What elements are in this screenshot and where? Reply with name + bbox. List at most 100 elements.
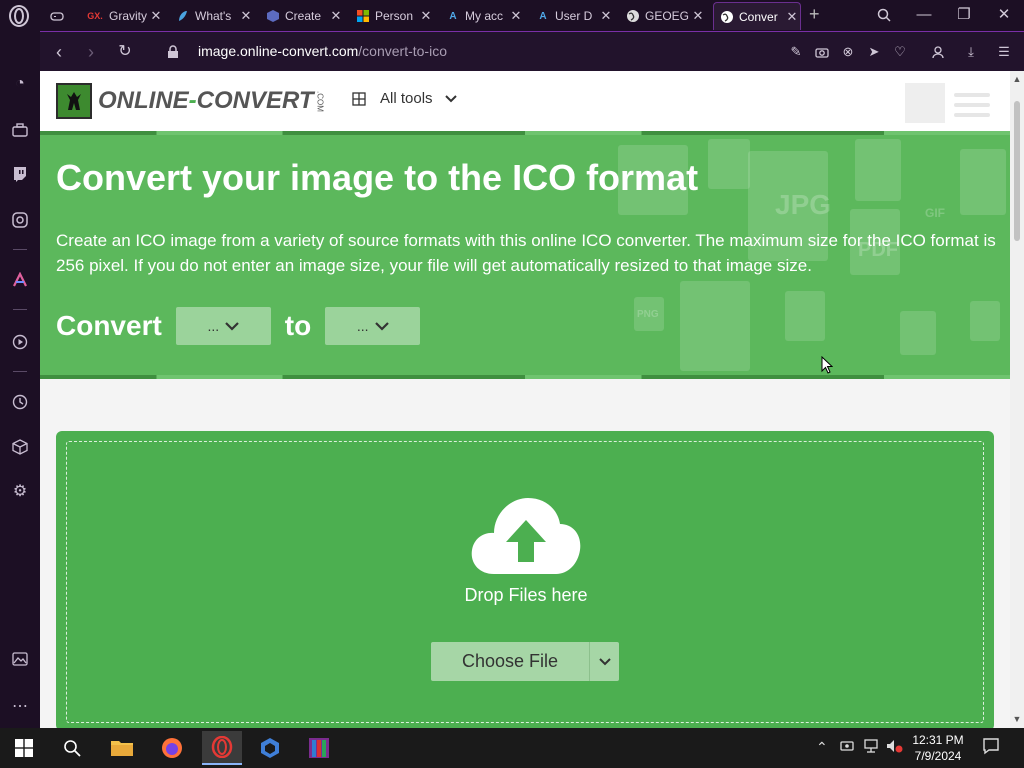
bg-font-file-icon [970, 301, 1000, 341]
tab-create[interactable]: Create ✕ [260, 2, 344, 30]
volume-muted-icon[interactable] [886, 739, 904, 756]
tab-person[interactable]: Person ✕ [350, 2, 434, 30]
clock-date: 7/9/2024 [914, 749, 962, 763]
opera-gx-taskbar-icon[interactable] [202, 731, 242, 765]
twitch-icon[interactable] [9, 163, 31, 185]
winrar-icon[interactable] [305, 734, 333, 762]
sidebar-divider [13, 371, 27, 372]
close-icon[interactable]: ✕ [508, 8, 524, 24]
clock-time: 12:31 PM [912, 733, 964, 747]
send-icon[interactable]: ➤ [865, 43, 883, 61]
gallery-icon[interactable] [9, 648, 31, 670]
close-window-button[interactable]: ✕ [984, 3, 1024, 27]
scroll-thumb[interactable] [1014, 101, 1020, 241]
tab-my-account[interactable]: A My acc ✕ [440, 2, 524, 30]
system-clock[interactable]: 12:31 PM 7/9/2024 [912, 732, 964, 764]
forward-button[interactable]: › [80, 41, 102, 63]
firefox-icon[interactable] [158, 734, 186, 762]
tab-geoeg[interactable]: GEOEG ✕ [620, 2, 706, 30]
logo-word-convert: CONVERT [196, 87, 314, 114]
close-icon[interactable]: ✕ [784, 9, 800, 25]
file-explorer-icon[interactable] [108, 734, 136, 762]
url-field[interactable]: image.online-convert.com/convert-to-ico [198, 43, 447, 59]
site-logo[interactable]: ONLINE-CONVERT .COM [56, 83, 325, 119]
aria-icon[interactable] [9, 269, 31, 291]
close-icon[interactable]: ✕ [328, 8, 344, 24]
bg-png-label: PNG [637, 309, 659, 320]
cloud-upload-icon [471, 498, 581, 574]
easy-setup-icon[interactable]: ☰ [995, 43, 1013, 61]
web-page: ONLINE-CONVERT .COM All tools JPG PDF PN… [40, 71, 1010, 728]
target-format-value: ... [356, 318, 369, 334]
appwrite-icon: A [449, 10, 457, 22]
instagram-icon[interactable] [9, 209, 31, 231]
hexagon-icon [266, 9, 280, 23]
briefcase-icon[interactable] [9, 119, 31, 141]
all-tools-menu[interactable]: All tools [352, 90, 457, 107]
download-icon[interactable]: ⤓ [962, 43, 980, 61]
bg-chart-file-icon [680, 281, 750, 371]
mouse-cursor-icon [821, 356, 833, 374]
app-hexagon-icon[interactable] [256, 734, 284, 762]
to-label: to [284, 310, 312, 341]
settings-gear-icon[interactable]: ⚙ [9, 481, 31, 503]
tab-gravity[interactable]: GX. Gravity ✕ [80, 2, 164, 30]
bg-file-icon [785, 291, 825, 341]
target-format-dropdown[interactable]: ... [325, 307, 421, 345]
tab-label: Conver [739, 9, 778, 24]
scroll-down-icon[interactable]: ▼ [1012, 714, 1022, 724]
tab-whats[interactable]: What's ✕ [170, 2, 254, 30]
source-format-dropdown[interactable]: ... [175, 307, 271, 345]
page-scrollbar[interactable]: ▲ ▼ [1010, 71, 1024, 728]
chevron-down-icon [598, 657, 611, 665]
close-icon[interactable]: ✕ [148, 8, 164, 24]
site-header: ONLINE-CONVERT .COM All tools [40, 71, 1010, 131]
close-icon[interactable]: ✕ [418, 8, 434, 24]
windows-start-icon[interactable] [10, 734, 38, 762]
restore-button[interactable]: ❐ [944, 3, 984, 27]
extensions-cube-icon[interactable] [9, 436, 31, 458]
hamburger-menu-icon[interactable] [954, 93, 990, 123]
tab-user-d[interactable]: A User D ✕ [530, 2, 614, 30]
close-icon[interactable]: ✕ [598, 8, 614, 24]
minimize-button[interactable]: — [904, 3, 944, 27]
tab-converter-active[interactable]: Conver ✕ [713, 2, 801, 30]
new-tab-button[interactable]: + [809, 4, 820, 25]
sidebar-divider [13, 309, 27, 310]
speed-dial-icon[interactable]: ◔ [9, 73, 31, 95]
sidebar-divider [13, 249, 27, 250]
more-dots-icon[interactable]: ⋯ [9, 696, 31, 718]
hero-banner: JPG PDF PNG GIF Convert your image to th… [40, 131, 1010, 379]
player-icon[interactable] [9, 331, 31, 353]
edit-icon[interactable]: ✎ [787, 43, 805, 61]
tab-search-icon[interactable] [864, 3, 904, 27]
windows-taskbar: ⌃ 12:31 PM 7/9/2024 [0, 728, 1024, 768]
url-domain: image.online-convert.com [198, 43, 359, 59]
chevron-down-icon [444, 94, 457, 102]
notifications-icon[interactable] [982, 737, 1000, 758]
upload-panel: Drop Files here Choose File [56, 431, 994, 728]
grid-icon [352, 91, 366, 106]
appwrite-icon: A [539, 10, 547, 22]
profile-icon[interactable] [929, 43, 947, 61]
file-dropzone[interactable]: Drop Files here Choose File [66, 441, 984, 723]
network-icon[interactable] [863, 739, 879, 756]
reload-button[interactable]: ↻ [114, 41, 136, 63]
choose-source-dropdown[interactable] [589, 642, 619, 681]
camera-icon[interactable] [813, 43, 831, 61]
scroll-up-icon[interactable]: ▲ [1012, 74, 1022, 84]
adblock-icon[interactable]: ⊗ [839, 43, 857, 61]
back-button[interactable]: ‹ [48, 41, 70, 63]
close-icon[interactable]: ✕ [238, 8, 254, 24]
tab-label: My acc [465, 9, 504, 23]
heart-icon[interactable]: ♡ [891, 43, 909, 61]
tab-games[interactable] [44, 2, 84, 30]
show-hidden-icons-chevron[interactable]: ⌃ [816, 739, 828, 756]
search-icon[interactable] [58, 734, 86, 762]
close-icon[interactable]: ✕ [690, 8, 706, 24]
history-icon[interactable] [9, 391, 31, 413]
meet-now-icon[interactable] [840, 739, 854, 756]
opera-logo-icon[interactable] [8, 5, 30, 27]
choose-file-button[interactable]: Choose File [431, 642, 589, 681]
tab-label: User D [555, 9, 593, 23]
